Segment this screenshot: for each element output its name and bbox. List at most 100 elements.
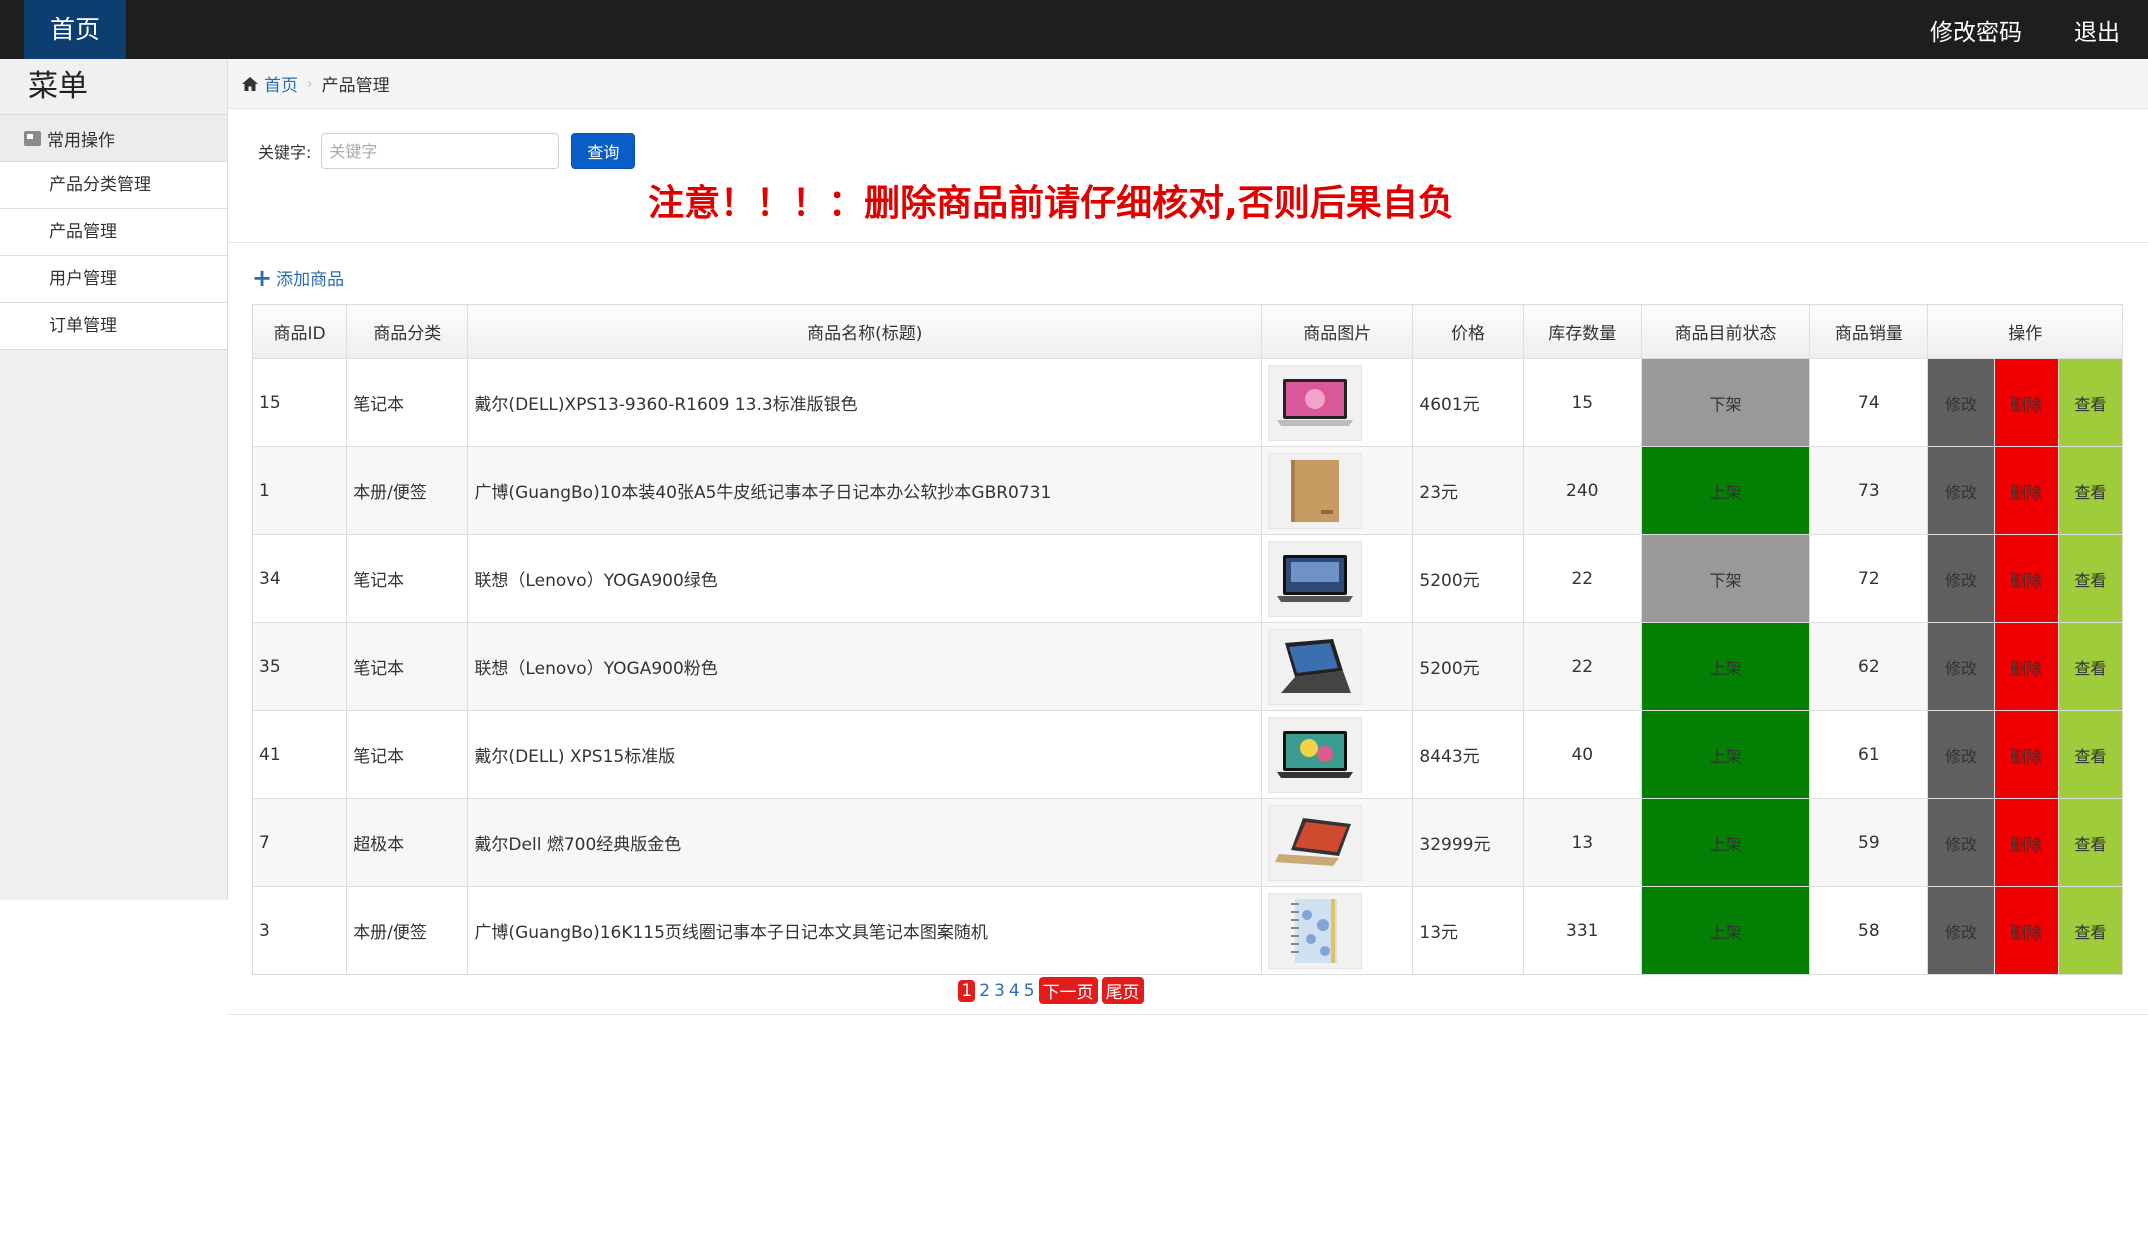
status-badge[interactable]: 上架 [1640, 622, 1811, 711]
change-password-link[interactable]: 修改密码 [1930, 13, 2022, 47]
product-image [1268, 452, 1363, 529]
edit-button[interactable]: 修改 [1927, 622, 1995, 711]
page-link-2[interactable]: 2 [979, 981, 990, 1001]
cell-sales: 74 [1809, 358, 1929, 447]
sidebar: 菜单 常用操作 产品分类管理 产品管理 用户管理 订单管理 [0, 59, 228, 900]
sidebar-group-common[interactable]: 常用操作 [0, 115, 227, 162]
view-button[interactable]: 查看 [2057, 534, 2124, 623]
add-product-label: 添加商品 [276, 270, 345, 290]
cell-image [1261, 358, 1414, 447]
next-page-button[interactable]: 下一页 [1038, 977, 1098, 1004]
status-badge[interactable]: 上架 [1640, 886, 1811, 975]
cell-name: 广博(GuangBo)16K115页线圈记事本子日记本文具笔记本图案随机 [467, 886, 1263, 975]
breadcrumb-home-link[interactable]: 首页 [264, 71, 298, 96]
cell-stock: 13 [1522, 798, 1642, 887]
sidebar-menu-title: 菜单 [0, 59, 227, 115]
breadcrumb: 首页 › 产品管理 [228, 59, 2148, 109]
page-link-4[interactable]: 4 [1009, 981, 1020, 1001]
status-badge[interactable]: 上架 [1640, 798, 1811, 887]
page-link-5[interactable]: 5 [1024, 981, 1035, 1001]
table-row: 15 笔记本 戴尔(DELL)XPS13-9360-R1609 13.3标准版银色 4… [251, 358, 2124, 447]
cell-sales: 73 [1809, 446, 1929, 535]
delete-button[interactable]: 删除 [1993, 798, 2059, 887]
edit-button[interactable]: 修改 [1927, 710, 1995, 799]
status-badge[interactable]: 下架 [1640, 534, 1811, 623]
product-image [1268, 804, 1363, 881]
sidebar-item-product-management[interactable]: 产品管理 [0, 209, 227, 256]
cell-price: 5200元 [1412, 622, 1524, 711]
delete-button[interactable]: 删除 [1993, 534, 2059, 623]
sidebar-group-label: 常用操作 [47, 130, 115, 151]
cell-sales: 61 [1809, 710, 1929, 799]
product-image [1268, 364, 1363, 441]
cell-id: 7 [251, 798, 348, 887]
cell-category: 笔记本 [346, 358, 469, 447]
edit-button[interactable]: 修改 [1927, 798, 1995, 887]
cell-price: 23元 [1412, 446, 1524, 535]
table-row: 41 笔记本 戴尔(DELL) XPS15标准版 8443元 40 上架 61 修改 删除 查看 [251, 710, 2124, 799]
product-table: 商品ID 商品分类 商品名称(标题) 商品图片 价格 库存数量 商品目前状态 商… [251, 304, 2124, 975]
cell-stock: 240 [1522, 446, 1642, 535]
header-sales: 商品销量 [1809, 304, 1929, 359]
sidebar-item-user-management[interactable]: 用户管理 [0, 256, 227, 303]
cell-name: 戴尔(DELL) XPS15标准版 [467, 710, 1263, 799]
view-button[interactable]: 查看 [2057, 446, 2124, 535]
page-current[interactable]: 1 [958, 979, 976, 1002]
product-image [1268, 892, 1363, 969]
search-button[interactable]: 查询 [571, 133, 636, 169]
edit-button[interactable]: 修改 [1927, 534, 1995, 623]
cell-name: 戴尔Dell 燃700经典版金色 [467, 798, 1263, 887]
home-icon [242, 76, 258, 91]
list-icon [24, 130, 41, 146]
status-badge[interactable]: 下架 [1640, 358, 1811, 447]
sidebar-item-category-management[interactable]: 产品分类管理 [0, 162, 227, 209]
cell-category: 笔记本 [346, 622, 469, 711]
delete-button[interactable]: 删除 [1993, 622, 2059, 711]
sidebar-item-order-management[interactable]: 订单管理 [0, 303, 227, 350]
search-bar: 关键字: 查询 [258, 133, 636, 169]
cell-id: 34 [251, 534, 348, 623]
cell-name: 联想（Lenovo）YOGA900粉色 [467, 622, 1263, 711]
edit-button[interactable]: 修改 [1927, 886, 1995, 975]
view-button[interactable]: 查看 [2057, 798, 2124, 887]
chevron-right-icon: › [307, 75, 313, 92]
delete-button[interactable]: 删除 [1993, 358, 2059, 447]
cell-stock: 40 [1522, 710, 1642, 799]
delete-button[interactable]: 删除 [1993, 710, 2059, 799]
delete-button[interactable]: 删除 [1993, 886, 2059, 975]
breadcrumb-current: 产品管理 [321, 76, 390, 96]
edit-button[interactable]: 修改 [1927, 358, 1995, 447]
view-button[interactable]: 查看 [2057, 622, 2124, 711]
cell-sales: 59 [1809, 798, 1929, 887]
logout-link[interactable]: 退出 [2074, 13, 2120, 47]
cell-category: 笔记本 [346, 534, 469, 623]
header-name: 商品名称(标题) [467, 304, 1263, 359]
status-badge[interactable]: 上架 [1640, 710, 1811, 799]
search-input[interactable] [321, 133, 560, 169]
cell-name: 联想（Lenovo）YOGA900绿色 [467, 534, 1263, 623]
edit-button[interactable]: 修改 [1927, 446, 1995, 535]
search-label: 关键字: [258, 143, 312, 162]
status-badge[interactable]: 上架 [1640, 446, 1811, 535]
page-link-3[interactable]: 3 [994, 981, 1005, 1001]
header-stock: 库存数量 [1522, 304, 1642, 359]
cell-sales: 62 [1809, 622, 1929, 711]
last-page-button[interactable]: 尾页 [1101, 977, 1144, 1004]
main-content: 首页 › 产品管理 关键字: 查询 注意！！！：删除商品前请仔细核对,否则后果自… [228, 59, 2148, 1015]
top-navbar: 首页 修改密码 退出 [0, 0, 2148, 59]
delete-button[interactable]: 删除 [1993, 446, 2059, 535]
view-button[interactable]: 查看 [2057, 886, 2124, 975]
header-category: 商品分类 [346, 304, 469, 359]
cell-name: 戴尔(DELL)XPS13-9360-R1609 13.3标准版银色 [467, 358, 1263, 447]
product-image [1268, 540, 1363, 617]
cell-name: 广博(GuangBo)10本装40张A5牛皮纸记事本子日记本办公软抄本GBR07… [467, 446, 1263, 535]
add-product-link[interactable]: + 添加商品 [252, 263, 345, 292]
table-header-row: 商品ID 商品分类 商品名称(标题) 商品图片 价格 库存数量 商品目前状态 商… [251, 304, 2123, 359]
plus-icon: + [252, 263, 273, 292]
view-button[interactable]: 查看 [2057, 358, 2124, 447]
cell-stock: 22 [1522, 534, 1642, 623]
view-button[interactable]: 查看 [2057, 710, 2124, 799]
cell-stock: 331 [1522, 886, 1642, 975]
nav-home-tab[interactable]: 首页 [24, 0, 126, 59]
cell-id: 15 [251, 358, 348, 447]
